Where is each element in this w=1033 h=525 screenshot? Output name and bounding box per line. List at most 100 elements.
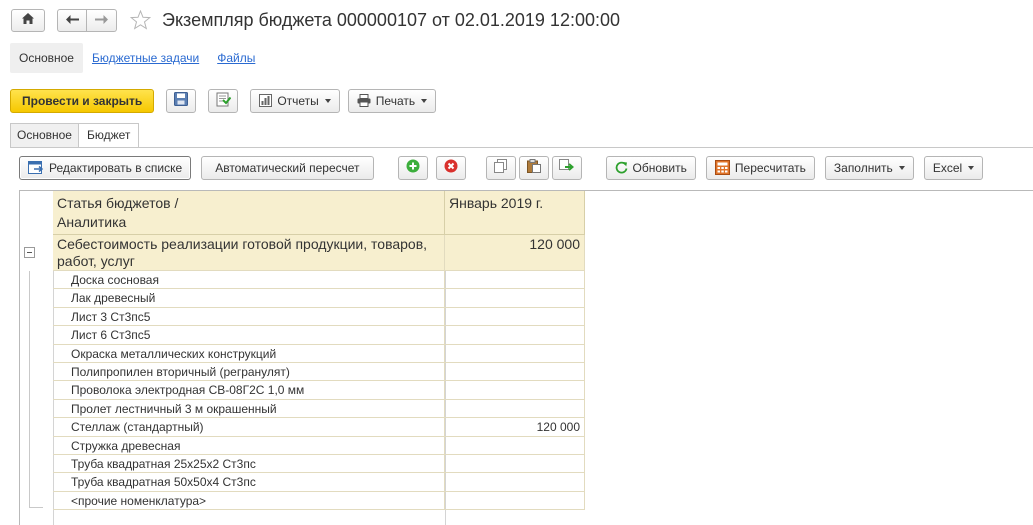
- tree-cell: [20, 473, 53, 491]
- row-value[interactable]: [445, 491, 585, 511]
- table-row[interactable]: Стеллаж (стандартный) 120 000: [20, 418, 586, 437]
- row-name: Полипропилен вторичный (регранулят): [53, 363, 445, 382]
- group-row[interactable]: Себестоимость реализации готовой продукц…: [20, 235, 586, 271]
- auto-recalc-button[interactable]: Автоматический пересчет: [201, 155, 374, 180]
- tree-cell: [20, 492, 53, 510]
- tree-cell: [20, 363, 53, 381]
- table-row[interactable]: Окраска металлических конструкций: [20, 344, 586, 363]
- fill-label: Заполнить: [833, 160, 893, 175]
- arrow-right-icon: [95, 13, 108, 27]
- form-tabs: Основное Бюджет: [10, 123, 140, 148]
- edit-in-list-button[interactable]: Редактировать в списке: [19, 155, 192, 180]
- row-value[interactable]: [445, 271, 585, 290]
- table-row[interactable]: Пролет лестничный 3 м окрашенный: [20, 399, 586, 419]
- row-name: Стеллаж (стандартный): [53, 418, 445, 437]
- table-row[interactable]: Труба квадратная 25х25х2 Ст3пс: [20, 455, 586, 474]
- tree-cell: [20, 308, 53, 326]
- budget-table: Статья бюджетов / Аналитика Январь 2019 …: [19, 190, 1033, 525]
- section-link-main[interactable]: Основное: [10, 43, 83, 73]
- row-value[interactable]: [445, 289, 585, 308]
- table-toolbar: Редактировать в списке Автоматический пе…: [19, 155, 984, 180]
- recalculate-button[interactable]: Пересчитать: [705, 155, 815, 180]
- save-button[interactable]: [166, 88, 197, 113]
- table-row[interactable]: <прочие номенклатура>: [20, 491, 586, 511]
- refresh-button[interactable]: Обновить: [605, 155, 696, 180]
- row-value[interactable]: [445, 399, 585, 419]
- row-value[interactable]: [445, 307, 585, 327]
- paste-special-icon: [559, 159, 575, 176]
- section-link-budget-tasks[interactable]: Бюджетные задачи: [83, 43, 208, 73]
- table-row[interactable]: Доска сосновая: [20, 271, 586, 290]
- tab-budget[interactable]: Бюджет: [77, 123, 140, 148]
- group-value[interactable]: 120 000: [445, 235, 585, 271]
- history-nav: [57, 8, 117, 32]
- forward-button[interactable]: [87, 8, 117, 32]
- row-value[interactable]: [445, 436, 585, 455]
- row-name: Лак древесный: [53, 289, 445, 308]
- section-link-files[interactable]: Файлы: [208, 43, 264, 73]
- tab-main[interactable]: Основное: [10, 123, 79, 147]
- row-value[interactable]: [445, 381, 585, 400]
- print-label: Печать: [375, 93, 416, 108]
- column-header-period[interactable]: Январь 2019 г.: [445, 191, 585, 235]
- excel-label: Excel: [932, 160, 963, 175]
- row-name: Окраска металлических конструкций: [53, 344, 445, 363]
- column-header-budget-item[interactable]: Статья бюджетов / Аналитика: [53, 191, 445, 235]
- tree-cell: [20, 271, 53, 289]
- row-value[interactable]: [445, 363, 585, 382]
- arrow-left-icon: [65, 13, 79, 27]
- copy-button[interactable]: [485, 155, 516, 180]
- chevron-down-icon: [968, 165, 975, 170]
- fill-menu-button[interactable]: Заполнить: [824, 155, 914, 180]
- table-row[interactable]: Полипропилен вторичный (регранулят): [20, 363, 586, 382]
- back-button[interactable]: [57, 8, 87, 32]
- paste-button[interactable]: [518, 155, 549, 180]
- table-row[interactable]: Лак древесный: [20, 289, 586, 308]
- reports-menu-button[interactable]: Отчеты: [250, 88, 340, 113]
- add-row-button[interactable]: [397, 155, 428, 180]
- favorite-star-icon[interactable]: [130, 9, 152, 31]
- post-document-icon: [216, 92, 232, 110]
- table-row[interactable]: Лист 3 Ст3пс5: [20, 307, 586, 327]
- recalculate-label: Пересчитать: [734, 160, 806, 175]
- row-value[interactable]: [445, 326, 585, 345]
- column-header-budget-item-line1: Статья бюджетов /: [57, 195, 179, 211]
- command-bar: Провести и закрыть Отчеты Печать: [10, 88, 437, 113]
- home-button[interactable]: [11, 8, 45, 32]
- paste-special-button[interactable]: [551, 155, 582, 180]
- tree-cell: [20, 400, 53, 418]
- column-header-budget-item-line2: Аналитика: [57, 214, 127, 230]
- report-icon: [259, 94, 273, 107]
- edit-list-icon: [28, 161, 44, 174]
- delete-row-button[interactable]: [435, 155, 466, 180]
- tree-cell: [20, 289, 53, 307]
- row-value[interactable]: [445, 455, 585, 474]
- excel-menu-button[interactable]: Excel: [923, 155, 984, 180]
- print-menu-button[interactable]: Печать: [347, 88, 437, 113]
- table-row[interactable]: Проволока электродная СВ-08Г2С 1,0 мм: [20, 381, 586, 400]
- add-icon: [406, 159, 420, 176]
- refresh-icon: [615, 161, 628, 174]
- table-header: Статья бюджетов / Аналитика Январь 2019 …: [53, 191, 585, 235]
- row-name: Проволока электродная СВ-08Г2С 1,0 мм: [53, 381, 445, 400]
- table-row[interactable]: Лист 6 Ст3пс5: [20, 326, 586, 345]
- row-value[interactable]: 120 000: [445, 418, 585, 437]
- tree-cell: [20, 418, 53, 436]
- post-button[interactable]: [208, 88, 239, 113]
- table-row[interactable]: Стружка древесная: [20, 436, 586, 455]
- collapse-icon[interactable]: [24, 247, 35, 258]
- row-value[interactable]: [445, 473, 585, 492]
- page-title: Экземпляр бюджета 000000107 от 02.01.201…: [162, 9, 620, 30]
- row-value[interactable]: [445, 344, 585, 363]
- tree-cell: [20, 437, 53, 455]
- post-and-close-button[interactable]: Провести и закрыть: [10, 88, 155, 113]
- table-row[interactable]: Труба квадратная 50х50х4 Ст3пс: [20, 473, 586, 492]
- title-bar: Экземпляр бюджета 000000107 от 02.01.201…: [11, 7, 1021, 33]
- calculator-icon: [714, 160, 730, 175]
- tree-cell: [20, 326, 53, 344]
- row-name: Стружка древесная: [53, 436, 445, 455]
- refresh-label: Обновить: [632, 160, 687, 175]
- group-name: Себестоимость реализации готовой продукц…: [53, 235, 445, 271]
- chevron-down-icon: [898, 165, 905, 170]
- chevron-down-icon: [421, 98, 428, 103]
